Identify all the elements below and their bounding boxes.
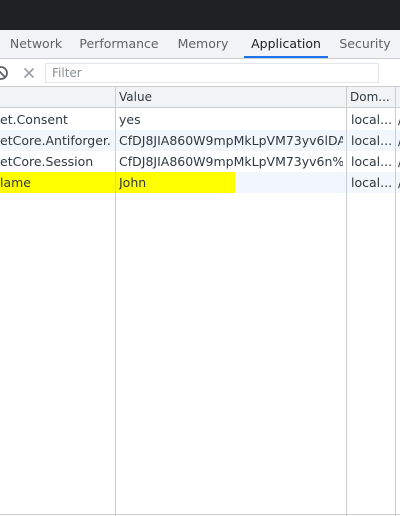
- cookie-domain: local...: [351, 154, 393, 169]
- cookie-value: CfDJ8JIA860W9mpMkLpVM73yv6lDA...: [119, 133, 343, 148]
- tab-memory[interactable]: Memory: [172, 30, 234, 58]
- filter-input[interactable]: [45, 63, 379, 83]
- close-icon[interactable]: [20, 64, 38, 82]
- tab-security[interactable]: Security: [336, 30, 394, 58]
- storage-toolbar: [0, 59, 400, 87]
- column-header-name[interactable]: [0, 87, 112, 107]
- cookie-value: CfDJ8JIA860W9mpMkLpVM73yv6n%...: [119, 154, 343, 169]
- column-divider[interactable]: [395, 87, 396, 516]
- cookie-name: etCore.Session: [0, 154, 94, 169]
- cookie-name: et.Consent: [0, 112, 68, 127]
- table-row[interactable]: etCore.Antiforger... CfDJ8JIA860W9mpMkLp…: [0, 130, 400, 151]
- block-icon[interactable]: [0, 64, 10, 82]
- table-header: Value Dom...: [0, 87, 400, 108]
- cookie-value: John: [119, 175, 147, 190]
- column-header-value[interactable]: Value: [119, 87, 339, 107]
- cookie-domain: local...: [351, 112, 393, 127]
- tab-network[interactable]: Network: [2, 30, 70, 58]
- table-bottom-border: [0, 514, 400, 515]
- table-row[interactable]: et.Consent yes local... /: [0, 109, 400, 130]
- tab-application[interactable]: Application: [244, 30, 328, 58]
- cookie-name: lame: [0, 175, 31, 190]
- table-row[interactable]: lame John local... /: [0, 172, 400, 193]
- cookie-domain: local...: [351, 175, 393, 190]
- tab-performance[interactable]: Performance: [78, 30, 160, 58]
- column-header-domain[interactable]: Dom...: [350, 87, 392, 107]
- table-row[interactable]: etCore.Session CfDJ8JIA860W9mpMkLpVM73yv…: [0, 151, 400, 172]
- cookie-value: yes: [119, 112, 141, 127]
- cookie-domain: local...: [351, 133, 393, 148]
- column-divider[interactable]: [346, 87, 347, 516]
- cookies-table: Value Dom... et.Consent yes local... / e…: [0, 87, 400, 516]
- cookie-name: etCore.Antiforger...: [0, 133, 112, 148]
- panel-tab-bar: Network Performance Memory Application S…: [0, 30, 400, 59]
- devtools-title-bar: [0, 0, 400, 30]
- column-divider[interactable]: [115, 87, 116, 516]
